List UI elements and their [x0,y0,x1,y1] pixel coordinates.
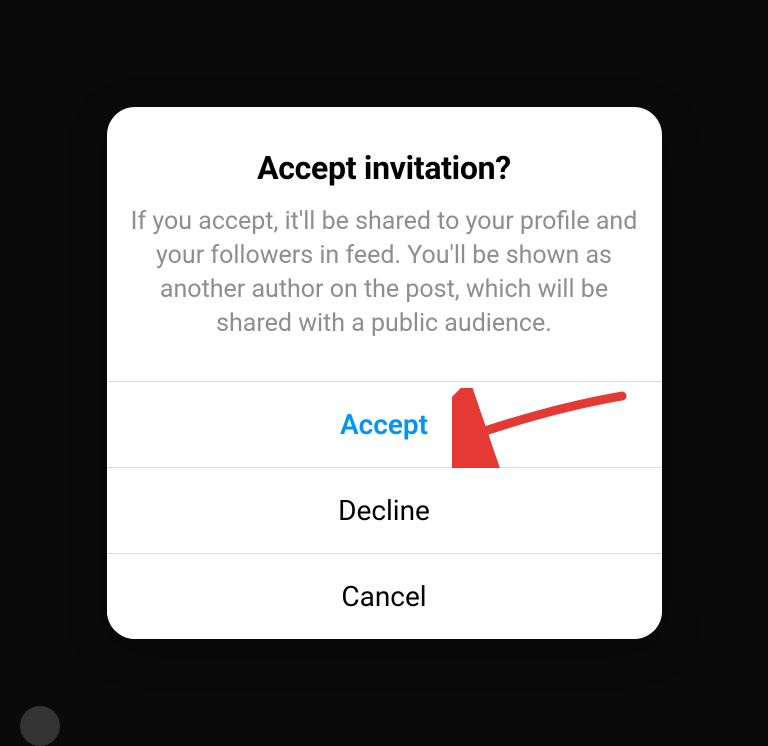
accept-button[interactable]: Accept [107,381,662,467]
dialog-header: Accept invitation? [107,107,662,197]
dialog-title: Accept invitation? [135,149,634,187]
dialog-body: If you accept, it'll be shared to your p… [107,197,662,381]
cancel-button[interactable]: Cancel [107,553,662,639]
dialog-actions: Accept Decline Cancel [107,381,662,639]
decline-button[interactable]: Decline [107,467,662,553]
accept-invitation-dialog: Accept invitation? If you accept, it'll … [107,107,662,639]
dialog-message: If you accept, it'll be shared to your p… [131,205,638,341]
